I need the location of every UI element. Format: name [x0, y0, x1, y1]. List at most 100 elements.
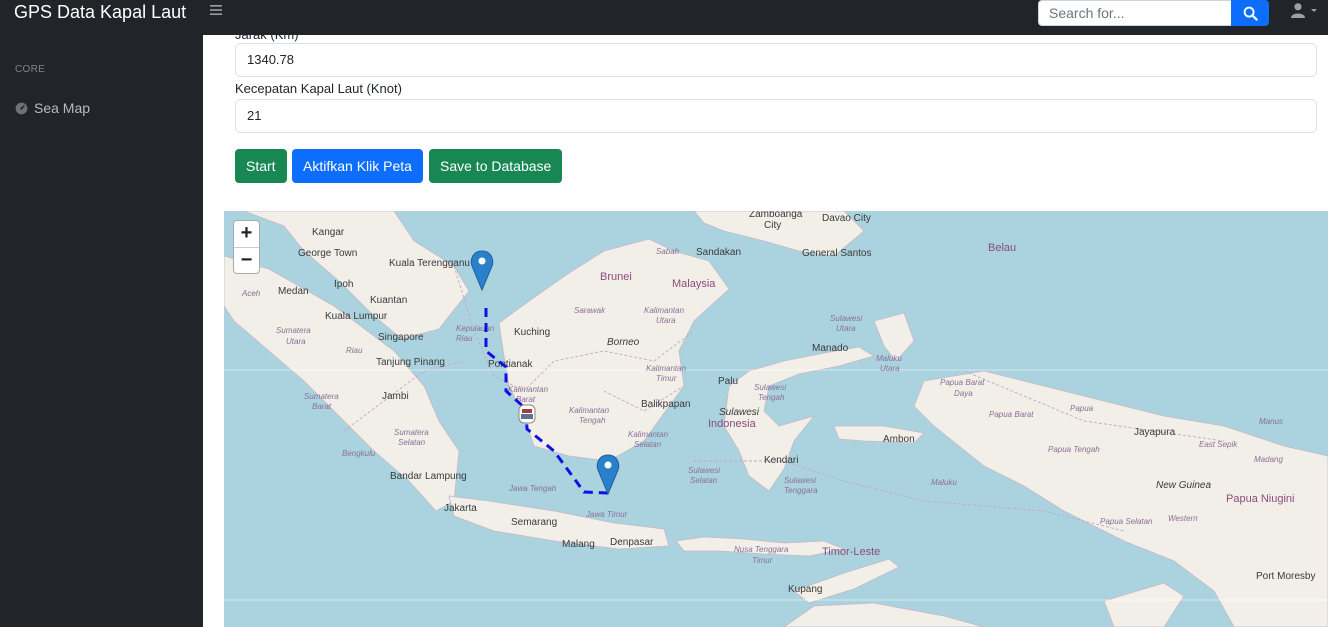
user-dropdown[interactable] [1290, 2, 1319, 18]
main-content: Jarak (Km) 1340.78 Kecepatan Kapal Laut … [203, 27, 1328, 627]
svg-text:Tengah: Tengah [579, 416, 606, 425]
svg-text:Papua Barat: Papua Barat [940, 378, 985, 387]
svg-text:Papua Niugini: Papua Niugini [1226, 493, 1295, 505]
svg-text:Jawa Timur: Jawa Timur [585, 510, 628, 519]
svg-text:City: City [764, 220, 781, 231]
svg-text:Medan: Medan [278, 286, 309, 297]
svg-text:Papua Selatan: Papua Selatan [1100, 517, 1153, 526]
svg-text:Maluku: Maluku [876, 354, 902, 363]
svg-text:Kalimantan: Kalimantan [628, 430, 669, 439]
start-button[interactable]: Start [235, 149, 287, 183]
svg-text:Kalimantan: Kalimantan [644, 306, 685, 315]
svg-text:Kendari: Kendari [764, 455, 798, 466]
svg-text:Kepulauan: Kepulauan [456, 324, 495, 333]
distance-label: Jarak (Km) [235, 27, 299, 42]
caret-down-icon [1311, 9, 1317, 12]
distance-field[interactable]: 1340.78 [235, 43, 1317, 77]
svg-text:Sulawesi: Sulawesi [784, 476, 816, 485]
svg-text:Jayapura: Jayapura [1134, 427, 1176, 438]
brand-title[interactable]: GPS Data Kapal Laut [14, 0, 186, 24]
svg-text:Daya: Daya [954, 389, 973, 398]
search-icon [1243, 6, 1258, 21]
activate-map-click-button[interactable]: Aktifkan Klik Peta [292, 149, 423, 183]
svg-text:Palu: Palu [718, 376, 738, 387]
svg-text:Sulawesi: Sulawesi [719, 407, 760, 418]
svg-text:Brunei: Brunei [600, 271, 632, 283]
save-to-database-button[interactable]: Save to Database [429, 149, 563, 183]
svg-text:Kalimantan: Kalimantan [508, 385, 549, 394]
svg-text:Malaysia: Malaysia [672, 278, 716, 290]
svg-text:Singapore: Singapore [378, 332, 424, 343]
zoom-out-button[interactable]: − [234, 247, 259, 274]
zoom-in-button[interactable]: + [234, 221, 259, 247]
svg-text:Sulawesi: Sulawesi [830, 314, 862, 323]
svg-text:Sulawesi: Sulawesi [754, 383, 786, 392]
svg-text:Barat: Barat [312, 402, 332, 411]
svg-text:Bandar Lampung: Bandar Lampung [390, 471, 467, 482]
svg-text:George Town: George Town [298, 248, 357, 259]
svg-text:Timor-Leste: Timor-Leste [822, 546, 880, 558]
svg-text:Riau: Riau [346, 346, 363, 355]
speed-field[interactable]: 21 [235, 99, 1317, 133]
svg-text:Sumatera: Sumatera [304, 392, 339, 401]
sidebar-item-label: Sea Map [34, 100, 91, 116]
svg-text:Papua Tengah: Papua Tengah [1048, 445, 1100, 454]
svg-text:Borneo: Borneo [607, 337, 640, 348]
svg-text:Ambon: Ambon [883, 434, 915, 445]
svg-text:Selatan: Selatan [398, 438, 426, 447]
svg-text:Papua: Papua [1070, 404, 1094, 413]
map-canvas: Kangar George Town Kuala Terengganu Ipoh… [224, 211, 1328, 627]
top-navbar: GPS Data Kapal Laut Search for... [0, 0, 1328, 35]
sidebar-item-sea-map[interactable]: Sea Map [15, 100, 90, 116]
svg-text:Selatan: Selatan [634, 440, 662, 449]
zoom-control: + − [233, 220, 260, 274]
svg-text:Bengkulu: Bengkulu [342, 449, 376, 458]
sea-map[interactable]: Kangar George Town Kuala Terengganu Ipoh… [224, 211, 1328, 627]
svg-text:Maluku: Maluku [931, 478, 957, 487]
svg-text:Sandakan: Sandakan [696, 247, 741, 258]
svg-text:Kuantan: Kuantan [370, 295, 407, 306]
svg-text:Kalimantan: Kalimantan [569, 406, 610, 415]
svg-text:Balikpapan: Balikpapan [641, 399, 690, 410]
svg-text:Selatan: Selatan [690, 476, 718, 485]
svg-text:Jakarta: Jakarta [444, 503, 477, 514]
svg-text:Tenggara: Tenggara [784, 486, 818, 495]
sidebar-heading: CORE [15, 64, 46, 75]
svg-text:Utara: Utara [836, 324, 856, 333]
svg-text:Indonesia: Indonesia [708, 418, 757, 430]
svg-text:Kuala Lumpur: Kuala Lumpur [325, 311, 388, 322]
svg-text:Sumatera: Sumatera [394, 428, 429, 437]
sidebar-toggle-button[interactable] [210, 3, 222, 20]
ship-icon [518, 404, 536, 424]
svg-text:Kalimantan: Kalimantan [646, 364, 687, 373]
tachometer-icon [15, 102, 28, 114]
svg-text:Madang: Madang [1254, 455, 1283, 464]
search-input[interactable]: Search for... [1038, 0, 1232, 26]
svg-text:Port Moresby: Port Moresby [1256, 571, 1315, 582]
svg-text:Utara: Utara [656, 316, 676, 325]
svg-text:Zamboanga: Zamboanga [749, 211, 803, 220]
svg-text:Kuching: Kuching [514, 327, 550, 338]
svg-text:Ipoh: Ipoh [334, 279, 353, 290]
svg-text:Western: Western [1168, 514, 1198, 523]
svg-text:Manus: Manus [1259, 417, 1283, 426]
svg-text:Pontianak: Pontianak [488, 359, 533, 370]
svg-text:Kupang: Kupang [788, 584, 822, 595]
svg-text:Denpasar: Denpasar [610, 537, 654, 548]
speed-label: Kecepatan Kapal Laut (Knot) [235, 81, 402, 96]
svg-text:Tengah: Tengah [758, 393, 785, 402]
svg-text:Riau: Riau [456, 334, 473, 343]
svg-text:Semarang: Semarang [511, 517, 557, 528]
svg-text:Belau: Belau [988, 242, 1016, 254]
svg-text:Sulawesi: Sulawesi [688, 466, 720, 475]
svg-text:Timur: Timur [752, 556, 773, 565]
svg-text:Kuala Terengganu: Kuala Terengganu [389, 258, 470, 269]
sidebar: CORE Sea Map [0, 35, 203, 627]
svg-text:East Sepik: East Sepik [1199, 440, 1238, 449]
svg-text:Timur: Timur [656, 374, 677, 383]
svg-text:Utara: Utara [880, 364, 900, 373]
search-button[interactable] [1231, 0, 1269, 26]
svg-text:Sarawak: Sarawak [574, 306, 606, 315]
svg-text:Davao City: Davao City [822, 213, 871, 224]
svg-text:Utara: Utara [286, 337, 306, 346]
